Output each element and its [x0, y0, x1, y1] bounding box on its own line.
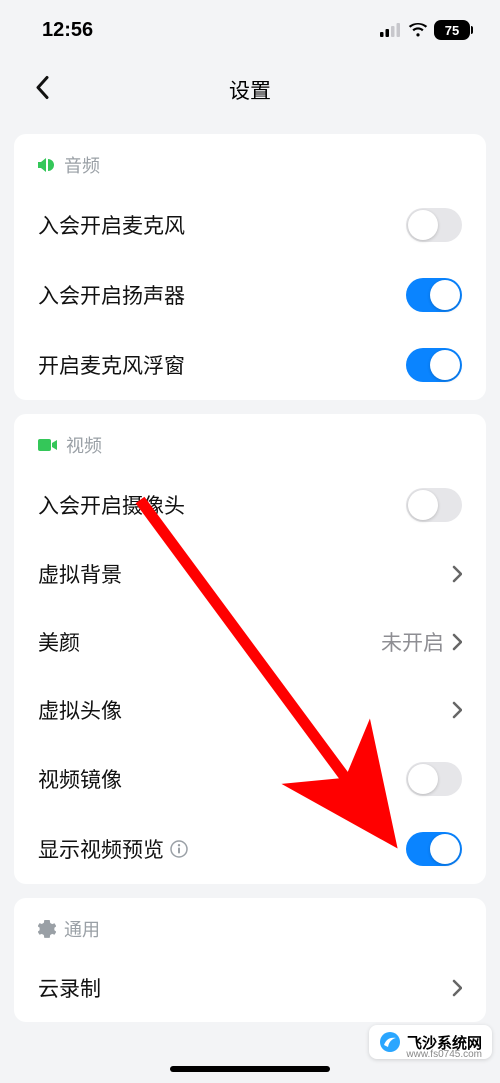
section-header-label: 音频	[64, 152, 100, 178]
section-video: 视频 入会开启摄像头 虚拟背景 美颜 未开启 虚拟头像 视频镜像 显示视频预览	[14, 414, 486, 884]
chevron-right-icon	[452, 701, 462, 719]
row-join-camera: 入会开启摄像头	[14, 470, 486, 540]
row-label: 入会开启扬声器	[38, 280, 185, 310]
section-header-audio: 音频	[14, 134, 486, 190]
status-bar: 12:56 75	[0, 0, 500, 60]
toggle-join-mic[interactable]	[406, 208, 462, 242]
toggle-join-speaker[interactable]	[406, 278, 462, 312]
watermark: 飞沙系统网 www.fs0745.com	[369, 1025, 492, 1059]
section-audio: 音频 入会开启麦克风 入会开启扬声器 开启麦克风浮窗	[14, 134, 486, 400]
nav-bar: 设置	[0, 60, 500, 120]
section-general: 通用 云录制	[14, 898, 486, 1022]
row-label: 视频镜像	[38, 764, 122, 794]
row-label: 开启麦克风浮窗	[38, 350, 185, 380]
page-title: 设置	[229, 75, 271, 105]
row-label: 美颜	[38, 627, 80, 657]
chevron-right-icon	[452, 633, 462, 651]
row-mic-float: 开启麦克风浮窗	[14, 330, 486, 400]
row-cloud-recording[interactable]: 云录制	[14, 954, 486, 1022]
gear-icon	[38, 920, 56, 938]
home-indicator	[0, 1055, 500, 1083]
row-virtual-avatar[interactable]: 虚拟头像	[14, 676, 486, 744]
chevron-right-icon	[452, 979, 462, 997]
row-virtual-bg[interactable]: 虚拟背景	[14, 540, 486, 608]
toggle-mirror[interactable]	[406, 762, 462, 796]
toggle-preview[interactable]	[406, 832, 462, 866]
row-value: 未开启	[381, 627, 444, 657]
row-preview: 显示视频预览	[14, 814, 486, 884]
section-header-label: 视频	[66, 432, 102, 458]
row-label: 虚拟头像	[38, 695, 122, 725]
row-join-speaker: 入会开启扬声器	[14, 260, 486, 330]
row-mirror: 视频镜像	[14, 744, 486, 814]
wifi-icon	[408, 23, 428, 38]
info-icon[interactable]	[170, 840, 188, 858]
row-beauty[interactable]: 美颜 未开启	[14, 608, 486, 676]
chevron-right-icon	[452, 565, 462, 583]
cellular-signal-icon	[380, 23, 402, 37]
status-time: 12:56	[42, 19, 93, 42]
row-label: 虚拟背景	[38, 559, 122, 589]
battery-indicator: 75	[434, 20, 470, 40]
camera-icon	[38, 438, 58, 452]
section-header-general: 通用	[14, 898, 486, 954]
row-label: 云录制	[38, 973, 101, 1003]
row-label: 入会开启摄像头	[38, 490, 185, 520]
toggle-mic-float[interactable]	[406, 348, 462, 382]
chevron-left-icon	[34, 76, 50, 100]
section-header-video: 视频	[14, 414, 486, 470]
speaker-icon	[38, 157, 56, 173]
row-label: 显示视频预览	[38, 834, 188, 864]
status-indicators: 75	[380, 20, 470, 40]
back-button[interactable]	[34, 76, 50, 105]
row-join-mic: 入会开启麦克风	[14, 190, 486, 260]
toggle-join-camera[interactable]	[406, 488, 462, 522]
logo-icon	[379, 1031, 401, 1053]
row-label: 入会开启麦克风	[38, 210, 185, 240]
section-header-label: 通用	[64, 916, 100, 942]
